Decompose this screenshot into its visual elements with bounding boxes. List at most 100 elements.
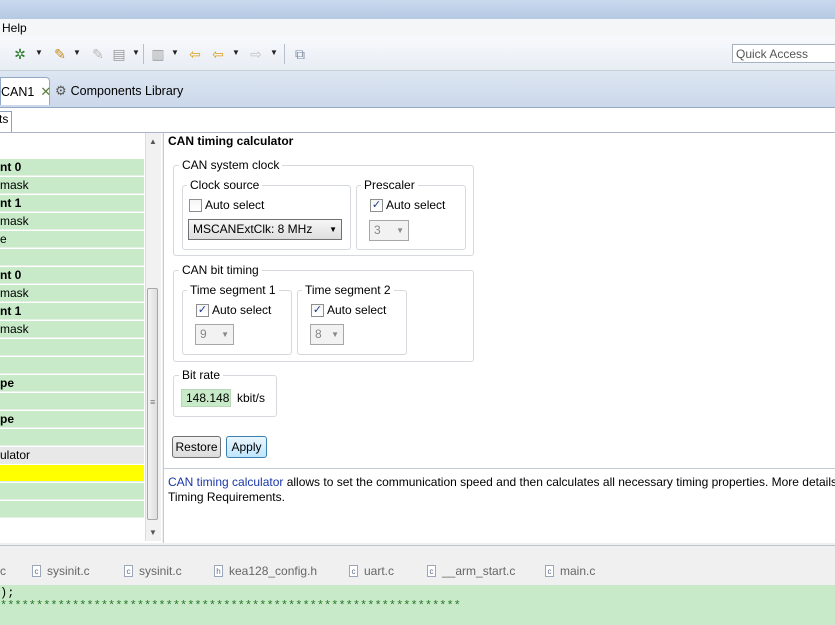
back-dropdown-icon[interactable]: ▼ <box>232 48 240 57</box>
list-item[interactable] <box>0 357 144 374</box>
file-tab[interactable]: h kea128_config.h <box>214 564 317 578</box>
scrollbar-thumb[interactable]: ≡ <box>147 288 158 520</box>
window-title-bar <box>0 0 835 19</box>
list-item[interactable]: nt 0 <box>0 267 144 284</box>
segment2-value: 8 <box>315 327 322 341</box>
clock-source-value: MSCANExtClk: 8 MHz <box>193 222 313 236</box>
file-tab[interactable]: c main.c <box>545 564 595 578</box>
document-icon[interactable]: ▤ <box>111 46 127 62</box>
chevron-down-icon: ▼ <box>329 225 337 234</box>
file-icon: c <box>32 565 41 577</box>
bit-rate-label: Bit rate <box>179 368 224 382</box>
list-item[interactable] <box>0 501 144 518</box>
file-tab-label: kea128_config.h <box>229 564 318 578</box>
view-tab-bar <box>0 108 835 133</box>
apply-button[interactable]: Apply <box>226 436 267 458</box>
list-item[interactable] <box>0 249 144 266</box>
wand-icon[interactable]: ✎ <box>52 46 68 62</box>
segment1-auto-select-label: Auto select <box>212 303 272 317</box>
list-item[interactable]: mask <box>0 321 144 338</box>
tab-components-library[interactable]: ⚙ Components Library <box>55 77 183 105</box>
list-item[interactable]: mask <box>0 285 144 302</box>
list-item[interactable] <box>0 465 144 482</box>
toolbar-separator <box>284 44 285 64</box>
toolbar-separator <box>143 44 144 64</box>
prescaler-label: Prescaler <box>361 178 418 192</box>
list-item[interactable]: mask <box>0 177 144 194</box>
info-description: allows to set the communication speed an… <box>283 475 835 489</box>
list-item[interactable]: nt 1 <box>0 303 144 320</box>
list-item[interactable]: pe <box>0 375 144 392</box>
file-icon: c <box>427 565 436 577</box>
list-item[interactable] <box>0 393 144 410</box>
open-perspective-icon[interactable]: ⧉ <box>292 46 308 62</box>
close-icon[interactable]: ✕ <box>40 84 51 100</box>
segment1-label: Time segment 1 <box>187 283 279 297</box>
segment2-group <box>297 290 407 355</box>
edit-icon[interactable]: ✎ <box>90 46 106 62</box>
list-item[interactable]: nt 1 <box>0 195 144 212</box>
prescaler-auto-select-label: Auto select <box>386 198 446 212</box>
file-tab[interactable]: c sysinit.c <box>32 564 90 578</box>
file-icon: c <box>349 565 358 577</box>
annotation-icon[interactable]: ▥ <box>150 46 166 62</box>
debug-icon[interactable]: ✲ <box>12 46 28 62</box>
segment2-auto-select-label: Auto select <box>327 303 387 317</box>
wand-dropdown-icon[interactable]: ▼ <box>73 48 81 57</box>
clock-auto-select-checkbox[interactable] <box>189 199 202 212</box>
scroll-down-icon[interactable]: ▼ <box>149 528 157 537</box>
panel-title: CAN timing calculator <box>168 134 294 148</box>
list-item[interactable]: ulator <box>0 447 144 464</box>
quick-access-input[interactable]: Quick Access <box>732 44 835 63</box>
list-item[interactable]: pe <box>0 411 144 428</box>
file-tab[interactable]: c __arm_start.c <box>427 564 515 578</box>
list-item[interactable] <box>0 483 144 500</box>
info-text: CAN timing calculator allows to set the … <box>168 475 835 505</box>
file-tab-label: uart.c <box>364 564 395 578</box>
list-item[interactable]: nt 0 <box>0 159 144 176</box>
document-dropdown-icon[interactable]: ▼ <box>132 48 140 57</box>
clock-source-group <box>182 185 351 250</box>
tab-label: CAN1 <box>1 84 35 99</box>
segment1-value: 9 <box>200 327 207 341</box>
segment1-auto-select-checkbox[interactable]: ✓ <box>196 304 209 317</box>
console-line: ****************************************… <box>0 599 461 613</box>
debug-dropdown-icon[interactable]: ▼ <box>35 48 43 57</box>
menu-help[interactable]: Help <box>2 21 27 35</box>
annotation-dropdown-icon[interactable]: ▼ <box>171 48 179 57</box>
list-item[interactable]: mask <box>0 213 144 230</box>
list-item[interactable] <box>0 339 144 356</box>
back-icon[interactable]: ⇦ <box>210 46 226 62</box>
file-tab[interactable]: c <box>0 564 6 578</box>
restore-button[interactable]: Restore <box>172 436 221 458</box>
chevron-down-icon: ▼ <box>331 330 339 339</box>
tab-can1[interactable]: CAN1 ✕ <box>0 77 51 105</box>
last-edit-icon[interactable]: ⇦ <box>187 46 203 62</box>
menu-bar: Help <box>0 19 835 38</box>
console-line: ); <box>0 586 15 600</box>
file-tab-label: __arm_start.c <box>442 564 516 578</box>
main-toolbar: ✲ ▼ ✎ ▼ ✎ ▤ ▼ ▥ ▼ ⇦ ⇦ ▼ ⇨ ▼ ⧉ <box>0 37 835 71</box>
prescaler-select[interactable]: 3 ▼ <box>369 220 409 241</box>
segment1-select[interactable]: 9 ▼ <box>195 324 234 345</box>
info-link[interactable]: CAN timing calculator <box>168 475 283 489</box>
list-item[interactable]: e <box>0 231 144 248</box>
tab-properties[interactable]: ts <box>0 111 12 132</box>
prescaler-auto-select-checkbox[interactable]: ✓ <box>370 199 383 212</box>
forward-icon[interactable]: ⇨ <box>248 46 264 62</box>
chevron-down-icon: ▼ <box>396 226 404 235</box>
scroll-up-icon[interactable]: ▲ <box>149 137 157 146</box>
list-item[interactable] <box>0 429 144 446</box>
file-tab[interactable]: c sysinit.c <box>124 564 182 578</box>
system-clock-label: CAN system clock <box>179 158 283 172</box>
info-line2: Timing Requirements. <box>168 490 285 504</box>
component-icon: ⚙ <box>55 83 67 98</box>
file-tab-label: sysinit.c <box>47 564 90 578</box>
segment2-select[interactable]: 8 ▼ <box>310 324 344 345</box>
file-tab[interactable]: c uart.c <box>349 564 394 578</box>
forward-dropdown-icon[interactable]: ▼ <box>270 48 278 57</box>
segment2-auto-select-checkbox[interactable]: ✓ <box>311 304 324 317</box>
file-icon: c <box>545 565 554 577</box>
file-tab-label: sysinit.c <box>139 564 182 578</box>
clock-source-select[interactable]: MSCANExtClk: 8 MHz ▼ <box>188 219 342 240</box>
